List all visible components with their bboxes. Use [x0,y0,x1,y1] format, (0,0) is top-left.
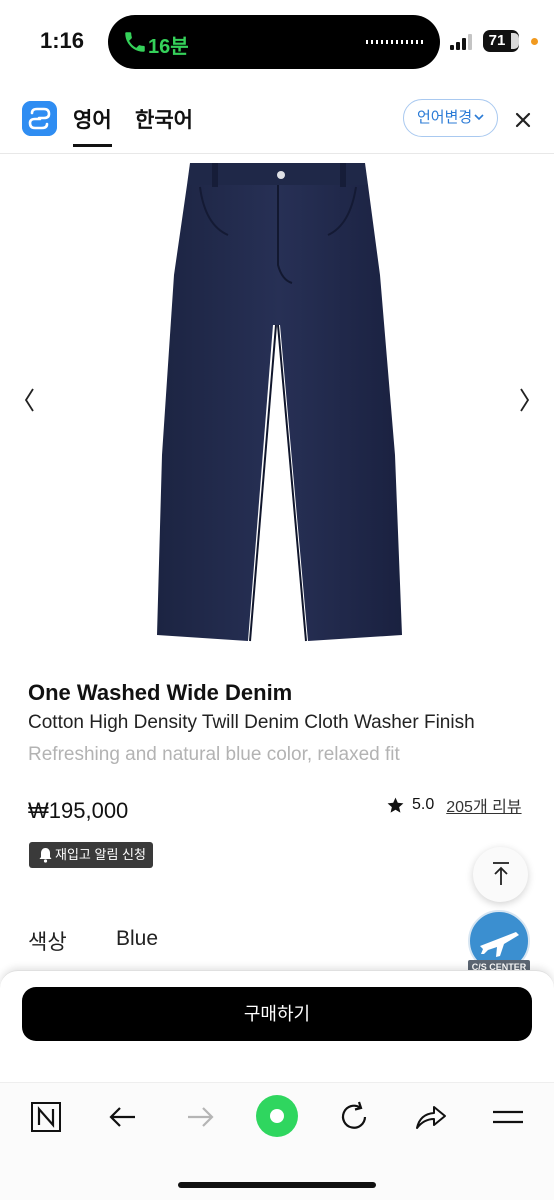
waveform-icon [366,40,424,44]
product-price: ₩195,000 [28,798,129,823]
product-rating: 5.0 205개 리뷰 [386,794,522,816]
translate-app-logo-icon [22,101,57,136]
restock-alert-button[interactable]: 재입고 알림 신청 [29,842,153,868]
change-language-label: 언어변경 [417,109,473,126]
cs-center-airplane-icon[interactable]: C/S CENTER [466,910,532,976]
home-indicator [178,1182,376,1188]
reload-icon[interactable] [334,1097,374,1137]
tab-english[interactable]: 영어 [73,104,112,147]
forward-arrow-icon[interactable] [180,1097,220,1137]
status-time: 1:16 [40,28,85,53]
buy-button[interactable]: 구매하기 [22,987,532,1041]
back-arrow-icon[interactable] [103,1097,143,1137]
color-option-value[interactable]: Blue [116,927,158,951]
product-description: Refreshing and natural blue color, relax… [28,744,400,765]
phone-icon [125,32,145,52]
star-icon [387,797,404,813]
dynamic-island-call[interactable]: 16분 [108,15,440,69]
tab-korean[interactable]: 한국어 [135,104,193,134]
rating-value: 5.0 [412,796,435,813]
color-option-label: 색상 [28,931,67,954]
chevron-down-icon [474,114,484,121]
carousel-next-arrow-icon[interactable] [518,386,532,414]
product-subtitle: Cotton High Density Twill Denim Cloth Wa… [28,712,475,733]
call-duration: 16분 [148,36,189,58]
battery-level: 71 [488,32,506,49]
change-language-button[interactable]: 언어변경 [403,99,498,137]
status-bar: 1:16 16분 71 [0,0,554,84]
review-count-link[interactable]: 205개 리뷰 [446,793,521,817]
product-image-carousel[interactable] [0,155,554,665]
translate-bar: 영어 한국어 언어변경 [0,84,554,154]
denim-pants-image [157,163,402,642]
product-title: One Washed Wide Denim [28,680,293,705]
green-dot-icon[interactable] [255,1094,299,1138]
share-icon[interactable] [411,1097,451,1137]
n-icon[interactable] [26,1097,66,1137]
cellular-signal-icon [450,34,476,50]
carousel-prev-arrow-icon[interactable] [22,386,36,414]
arrow-up-to-line-icon [493,862,509,885]
restock-alert-label: 재입고 알림 신청 [55,847,146,862]
close-icon[interactable] [514,111,532,129]
menu-icon[interactable] [488,1097,528,1137]
scroll-to-top-button[interactable] [473,847,528,902]
purchase-sheet: 구매하기 [0,970,554,1082]
bell-icon [39,848,52,863]
mic-indicator-dot [531,38,538,45]
battery-icon: 71 [483,30,519,52]
